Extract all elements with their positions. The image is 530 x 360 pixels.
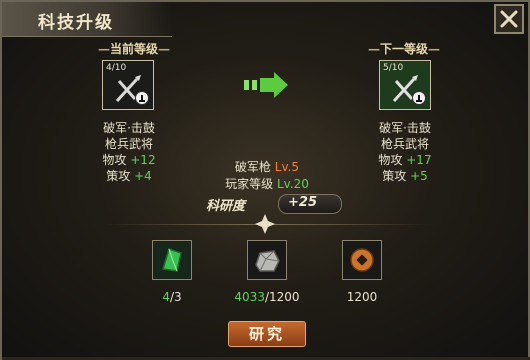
current-patk-value: +12 [130,153,156,167]
next-stats: 破军·击鼓 枪兵武将 物攻 +17 策攻 +5 [360,120,450,184]
current-level-count: 4/10 [106,63,127,73]
tech-requirement: 破军枪 Lv.5 [192,158,342,175]
upgrade-arrow-icon [244,72,288,98]
current-satk-value: +4 [134,169,152,183]
current-patk-label: 物攻 [102,153,127,167]
crystal-need: /3 [169,290,182,304]
ornament-icon [255,214,275,234]
close-icon [500,10,518,28]
iron-cost: 4033/1200 [227,290,307,304]
research-points-value: +25 [288,195,317,210]
current-tech-icon[interactable]: 4/10 [102,60,154,110]
research-button[interactable]: 研究 [228,321,306,347]
next-patk-value: +17 [406,153,432,167]
coin-need: 1200 [346,290,378,304]
title-bar: 科技升级 [2,2,172,37]
info-badge-icon [412,91,426,105]
iron-ore-icon [255,250,280,272]
iron-ore-slot[interactable] [247,240,287,280]
crystal-cost: 4/3 [132,290,212,304]
next-level-count: 5/10 [383,63,404,73]
copper-coin-slot[interactable] [342,240,382,280]
player-level-value: Lv.20 [276,177,309,191]
next-level-heading: —下一等级— [368,42,441,56]
tech-requirement-level: Lv.5 [274,160,300,174]
green-crystal-slot[interactable] [152,240,192,280]
current-unit-type: 枪兵武将 [104,137,153,151]
next-satk-label: 策攻 [382,169,407,183]
next-patk-label: 物攻 [378,153,403,167]
next-skill-name: 破军·击鼓 [379,121,431,135]
coin-cost: 1200 [322,290,402,304]
green-crystal-icon [162,248,182,272]
current-level-heading: —当前等级— [98,42,171,56]
current-stats: 破军·击鼓 枪兵武将 物攻 +12 策攻 +4 [84,120,174,184]
iron-need: /1200 [264,290,300,304]
current-satk-label: 策攻 [106,169,131,183]
next-tech-icon[interactable]: 5/10 [379,60,431,110]
dialog-title: 科技升级 [38,13,114,33]
tech-requirement-label: 破军枪 [234,160,271,174]
info-badge-icon [135,91,149,105]
research-points-label: 科研度 [206,199,246,214]
tech-upgrade-dialog: 科技升级 —当前等级— 4/10 破军·击鼓 枪兵武将 物攻 +12 策攻 +4… [0,0,530,360]
player-level-requirement: 玩家等级 Lv.20 [192,175,342,192]
next-unit-type: 枪兵武将 [380,137,429,151]
player-level-label: 玩家等级 [225,177,274,191]
copper-coin-icon [350,248,374,272]
next-satk-value: +5 [410,169,428,183]
crystal-have: 4 [162,290,170,304]
iron-have: 4033 [234,290,265,304]
close-button[interactable] [494,4,524,34]
current-skill-name: 破军·击鼓 [103,121,155,135]
